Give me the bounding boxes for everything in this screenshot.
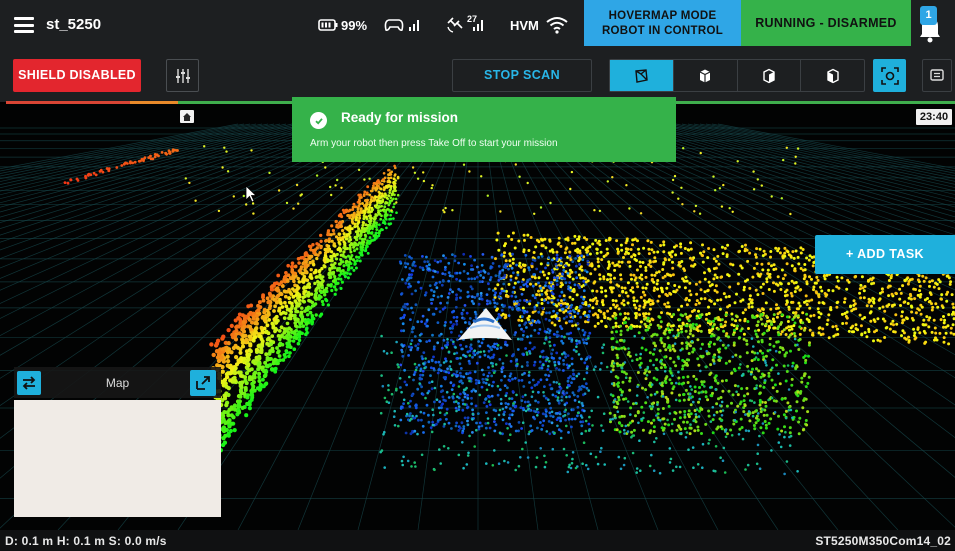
view-front-button[interactable] xyxy=(801,60,864,91)
check-circle-icon xyxy=(310,112,327,129)
controller-signal xyxy=(383,14,422,36)
device-name: st_5250 xyxy=(46,16,102,33)
satellite-count: 27 xyxy=(467,14,478,24)
messages-button[interactable] xyxy=(922,59,952,92)
notification-count-badge: 1 xyxy=(920,6,937,25)
satellite-icon xyxy=(447,17,463,33)
mission-clock: 23:40 xyxy=(916,109,952,125)
minimap-canvas[interactable] xyxy=(14,400,221,517)
expand-icon xyxy=(196,376,210,390)
hovermap-mode-indicator[interactable]: HOVERMAP MODE ROBOT IN CONTROL xyxy=(584,0,741,46)
top-status-bar: st_5250 99% 27 HVM HOVERMAP MODE ROBOT I… xyxy=(0,0,955,50)
bottom-status-bar: D: 0.1 m H: 0.1 m S: 0.0 m/s ST5250M350C… xyxy=(0,530,955,551)
wifi-icon xyxy=(546,17,568,34)
message-icon xyxy=(930,68,944,81)
view-top-button[interactable] xyxy=(674,60,738,91)
sliders-icon xyxy=(175,68,190,83)
stop-scan-button[interactable]: STOP SCAN xyxy=(452,59,592,92)
settings-sliders-button[interactable] xyxy=(166,59,199,92)
minimap-header: Map xyxy=(14,367,221,398)
view-mode-selector xyxy=(609,59,865,92)
ready-for-mission-toast: Ready for mission Arm your robot then pr… xyxy=(292,97,676,162)
telemetry-readout: D: 0.1 m H: 0.1 m S: 0.0 m/s xyxy=(5,534,167,548)
toolbar: SHIELD DISABLED STOP SCAN xyxy=(0,50,955,102)
house-icon xyxy=(183,112,191,121)
hamburger-menu-icon[interactable] xyxy=(14,17,34,33)
controller-icon xyxy=(384,19,404,31)
focus-target-icon xyxy=(880,66,899,85)
toast-message: Arm your robot then press Take Off to st… xyxy=(310,138,558,149)
home-icon[interactable] xyxy=(180,110,194,123)
cube-top-icon xyxy=(699,69,711,82)
battery-icon xyxy=(318,19,338,31)
recenter-focus-button[interactable] xyxy=(873,59,906,92)
hvm-label: HVM xyxy=(510,17,539,33)
battery-percent: 99% xyxy=(341,17,368,33)
mouse-cursor-icon xyxy=(245,185,258,203)
minimap-panel: Map xyxy=(14,367,221,517)
cube-side-icon xyxy=(763,68,775,83)
mode-line-1: HOVERMAP MODE xyxy=(608,10,717,22)
hvm-wifi-status: HVM xyxy=(510,14,569,36)
battery-status: 99% xyxy=(318,14,367,36)
satellite-status: 27 xyxy=(446,14,484,36)
cube-perspective-icon xyxy=(635,68,649,83)
signal-bars-icon xyxy=(409,20,419,31)
cube-front-icon xyxy=(826,68,839,83)
notifications-button[interactable]: 1 xyxy=(918,6,942,44)
view-perspective-button[interactable] xyxy=(610,60,674,91)
add-task-button[interactable]: + ADD TASK xyxy=(815,235,955,274)
shield-toggle-button[interactable]: SHIELD DISABLED xyxy=(13,59,141,92)
toast-title: Ready for mission xyxy=(341,110,459,125)
view-side-button[interactable] xyxy=(738,60,802,91)
running-status-indicator: RUNNING - DISARMED xyxy=(741,0,911,46)
mode-line-2: ROBOT IN CONTROL xyxy=(601,25,724,37)
device-serial: ST5250M350Com14_02 xyxy=(815,534,951,548)
expand-map-button[interactable] xyxy=(190,370,216,396)
